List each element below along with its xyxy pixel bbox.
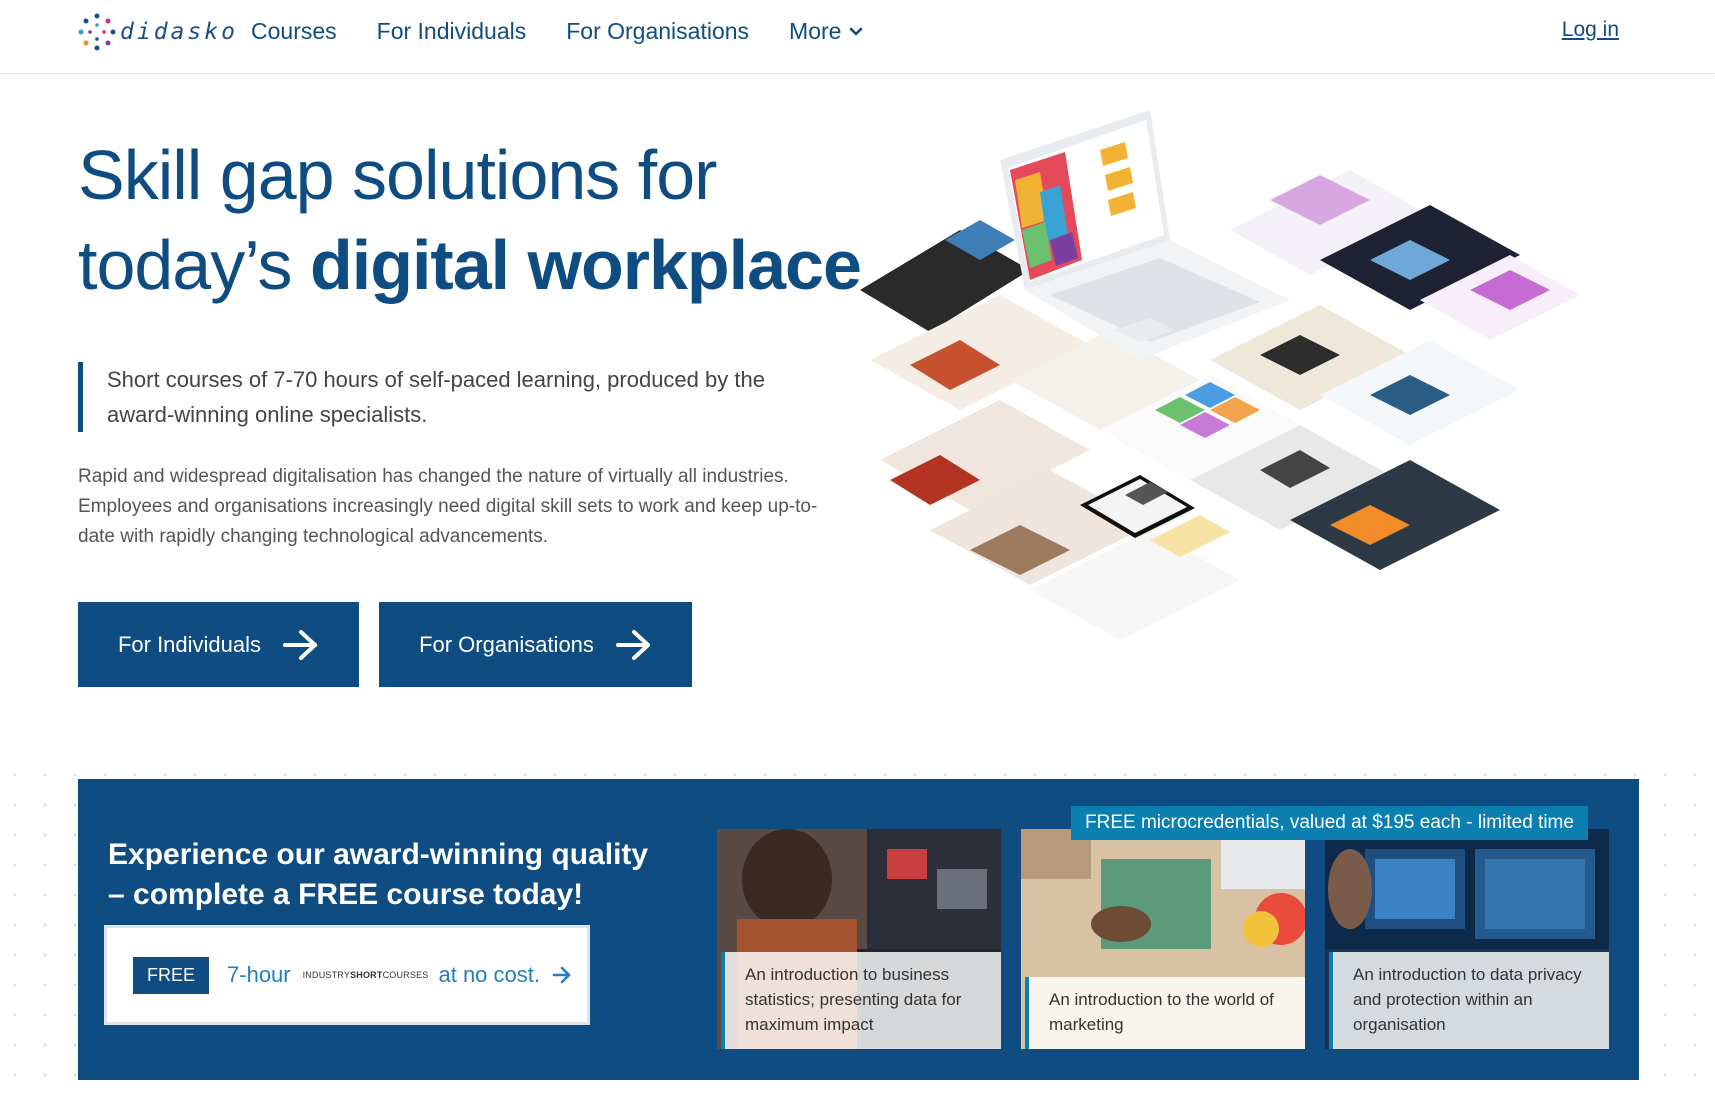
arrow-right-icon [615,629,650,660]
logo-text: didasko [120,19,238,45]
isc-pre: INDUSTRY [302,970,351,980]
isc-bold: SHORT [350,970,383,980]
for-organisations-button-label: For Organisations [419,631,594,657]
course-title: An introduction to business statistics; … [721,952,1001,1049]
nav-more-label: More [789,18,842,44]
course-title: An introduction to the world of marketin… [1025,977,1305,1049]
for-individuals-button-label: For Individuals [117,631,262,657]
login-link[interactable]: Log in [1562,18,1619,42]
course-card-marketing[interactable]: An introduction to the world of marketin… [1021,829,1305,1049]
course-title: An introduction to data privacy and prot… [1329,952,1609,1049]
nav-link-for-organisations[interactable]: For Organisations [566,18,749,45]
course-screen-tiles [860,170,1580,640]
free-microcredentials-ribbon: FREE microcredentials, valued at $195 ea… [1071,806,1588,840]
free-course-promo: Experience our award-winning quality – c… [78,779,1639,1080]
course-card-data-privacy[interactable]: An introduction to data privacy and prot… [1325,829,1609,1049]
industry-short-courses-logo: INDUSTRYSHORTCOURSES [303,970,429,980]
isc-post: COURSES [382,970,429,980]
free-badge: FREE [133,956,210,994]
hero-illustration [860,110,1580,640]
arrow-right-icon [552,966,571,984]
nav-links: Courses For Individuals For Organisation… [251,18,903,45]
nav-link-for-individuals[interactable]: For Individuals [377,18,527,45]
nav-more-dropdown[interactable]: More [789,18,863,45]
at-no-cost-text: at no cost. [438,962,540,987]
top-navigation: didasko Courses For Individuals For Orga… [0,0,1715,74]
arrow-right-icon [283,629,318,660]
hero-quote: Short courses of 7-70 hours of self-pace… [78,362,798,432]
logo-mark-icon [78,13,116,51]
nav-link-courses[interactable]: Courses [251,18,337,45]
didasko-logo[interactable]: didasko [78,12,238,52]
promo-title: Experience our award-winning quality – c… [108,838,649,911]
hero-title: Skill gap solutions for today’s digital … [78,130,878,310]
hero-title-line2-light: today’s [78,226,310,304]
for-organisations-button[interactable]: For Organisations [379,602,692,687]
chevron-down-icon [850,27,863,35]
course-hours: 7-hour [227,962,291,987]
hero-title-line2-bold: digital workplace [309,226,862,304]
for-individuals-button[interactable]: For Individuals [78,602,359,687]
free-course-card[interactable]: FREE 7-hour INDUSTRYSHORTCOURSES at no c… [104,925,590,1025]
hero-title-line1: Skill gap solutions for [78,136,717,214]
course-card-business-statistics[interactable]: An introduction to business statistics; … [717,829,1001,1049]
hero-body-text: Rapid and widespread digitalisation has … [78,466,818,547]
